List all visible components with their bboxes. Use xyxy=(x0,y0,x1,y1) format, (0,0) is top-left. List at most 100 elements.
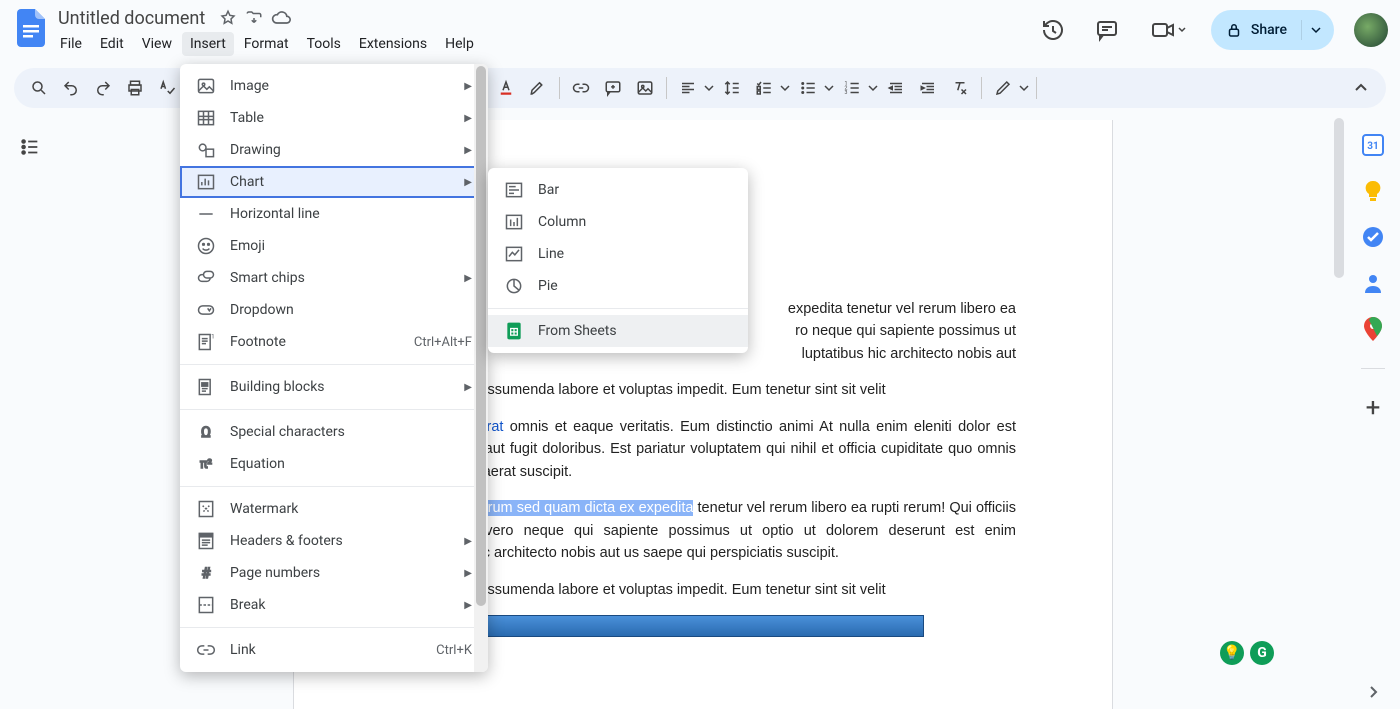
headers-icon xyxy=(196,531,216,551)
app-header: Untitled document FileEditViewInsertForm… xyxy=(0,0,1400,64)
inline-image[interactable] xyxy=(482,615,924,637)
menu-item-label: Emoji xyxy=(230,238,265,254)
chips-icon xyxy=(196,268,216,288)
redo-button[interactable] xyxy=(88,73,118,103)
meet-icon[interactable] xyxy=(1141,10,1197,50)
chart-item-line[interactable]: Line xyxy=(488,238,748,270)
shortcut-label: Ctrl+K xyxy=(436,643,472,658)
submenu-arrow-icon: ▶ xyxy=(464,600,472,611)
clear-format-button[interactable] xyxy=(945,73,975,103)
insert-item-watermark[interactable]: Watermark xyxy=(180,493,488,525)
history-icon[interactable] xyxy=(1033,10,1073,50)
chart-item-from-sheets[interactable]: From Sheets xyxy=(488,315,748,347)
insert-item-building-blocks[interactable]: Building blocks▶ xyxy=(180,371,488,403)
insert-item-image[interactable]: Image▶ xyxy=(180,70,488,102)
cloud-saved-icon[interactable] xyxy=(271,9,291,27)
chart-item-column[interactable]: Column xyxy=(488,206,748,238)
share-button[interactable]: Share xyxy=(1211,10,1301,50)
share-more-button[interactable] xyxy=(1301,20,1330,40)
menu-item-label: Link xyxy=(230,642,256,658)
bulleted-list-button[interactable] xyxy=(793,73,823,103)
menu-item-label: Bar xyxy=(538,182,559,198)
insert-item-special-characters[interactable]: ΩSpecial characters xyxy=(180,416,488,448)
move-icon[interactable] xyxy=(245,9,263,27)
hash-icon: # xyxy=(196,563,216,583)
insert-item-break[interactable]: Break▶ xyxy=(180,589,488,621)
menu-item-label: Table xyxy=(230,110,264,126)
document-title[interactable]: Untitled document xyxy=(52,7,211,30)
numbered-list-button[interactable]: 123 xyxy=(837,73,867,103)
insert-item-equation[interactable]: π²Equation xyxy=(180,448,488,480)
insert-item-drawing[interactable]: Drawing▶ xyxy=(180,134,488,166)
add-addons-icon[interactable]: + xyxy=(1362,397,1384,419)
insert-item-link[interactable]: Link Ctrl+K xyxy=(180,634,488,666)
comments-icon[interactable] xyxy=(1087,10,1127,50)
spellcheck-button[interactable] xyxy=(152,73,182,103)
share-label: Share xyxy=(1251,22,1287,38)
numbered-list-dropdown[interactable] xyxy=(867,83,879,93)
indent-decrease-button[interactable] xyxy=(881,73,911,103)
insert-item-footnote[interactable]: 1FootnoteCtrl+Alt+F xyxy=(180,326,488,358)
menu-edit[interactable]: Edit xyxy=(92,32,132,56)
checklist-dropdown[interactable] xyxy=(779,83,791,93)
insert-link-button[interactable] xyxy=(566,73,596,103)
hide-side-panel-button[interactable] xyxy=(1362,681,1384,703)
submenu-arrow-icon: ▶ xyxy=(464,145,472,156)
checklist-button[interactable] xyxy=(749,73,779,103)
grammarly-badge-1[interactable]: 💡 xyxy=(1220,641,1244,665)
editing-mode-dropdown[interactable] xyxy=(1018,83,1030,93)
insert-item-page-numbers[interactable]: #Page numbers▶ xyxy=(180,557,488,589)
user-avatar[interactable] xyxy=(1354,13,1388,47)
insert-item-smart-chips[interactable]: Smart chips▶ xyxy=(180,262,488,294)
svg-text:π²: π² xyxy=(200,457,212,472)
docs-logo[interactable] xyxy=(12,8,52,48)
chart-item-bar[interactable]: Bar xyxy=(488,174,748,206)
text-color-button[interactable] xyxy=(491,73,521,103)
undo-button[interactable] xyxy=(56,73,86,103)
chart-item-pie[interactable]: Pie xyxy=(488,270,748,302)
contacts-icon[interactable] xyxy=(1362,272,1384,294)
scrollbar[interactable] xyxy=(1332,116,1346,709)
show-outline-button[interactable] xyxy=(19,136,41,709)
insert-item-headers-footers[interactable]: Headers & footers▶ xyxy=(180,525,488,557)
print-button[interactable] xyxy=(120,73,150,103)
calendar-icon[interactable]: 31 xyxy=(1362,134,1384,156)
search-tools-button[interactable] xyxy=(24,73,54,103)
menu-item-label: Special characters xyxy=(230,424,345,440)
menu-help[interactable]: Help xyxy=(437,32,482,56)
insert-item-chart[interactable]: Chart▶ xyxy=(180,166,488,198)
scroll-thumb[interactable] xyxy=(1334,118,1344,278)
indent-increase-button[interactable] xyxy=(913,73,943,103)
editing-mode-button[interactable] xyxy=(988,73,1018,103)
collapse-toolbar-button[interactable] xyxy=(1346,73,1376,103)
grammarly-badge-2[interactable]: G xyxy=(1250,641,1274,665)
insert-item-horizontal-line[interactable]: Horizontal line xyxy=(180,198,488,230)
insert-item-dropdown[interactable]: Dropdown xyxy=(180,294,488,326)
insert-item-table[interactable]: Table▶ xyxy=(180,102,488,134)
lock-icon xyxy=(1225,21,1243,39)
menu-format[interactable]: Format xyxy=(236,32,297,56)
menu-tools[interactable]: Tools xyxy=(299,32,349,56)
svg-text:31: 31 xyxy=(1367,141,1378,152)
align-button[interactable] xyxy=(673,73,703,103)
tasks-icon[interactable] xyxy=(1362,226,1384,248)
menu-scroll-thumb[interactable] xyxy=(476,66,486,606)
star-icon[interactable] xyxy=(219,9,237,27)
column-icon xyxy=(504,212,524,232)
align-dropdown[interactable] xyxy=(703,83,715,93)
menu-view[interactable]: View xyxy=(134,32,180,56)
menu-insert[interactable]: Insert xyxy=(182,32,234,56)
bulleted-list-dropdown[interactable] xyxy=(823,83,835,93)
keep-icon[interactable] xyxy=(1362,180,1384,202)
bar-icon xyxy=(504,180,524,200)
insert-image-button[interactable] xyxy=(630,73,660,103)
menu-file[interactable]: File xyxy=(52,32,90,56)
add-comment-button[interactable] xyxy=(598,73,628,103)
insert-item-emoji[interactable]: Emoji xyxy=(180,230,488,262)
svg-text:1: 1 xyxy=(211,333,215,341)
highlight-button[interactable] xyxy=(523,73,553,103)
line-spacing-button[interactable] xyxy=(717,73,747,103)
maps-icon[interactable] xyxy=(1362,318,1384,340)
menu-scrollbar[interactable] xyxy=(474,64,488,672)
menu-extensions[interactable]: Extensions xyxy=(351,32,435,56)
